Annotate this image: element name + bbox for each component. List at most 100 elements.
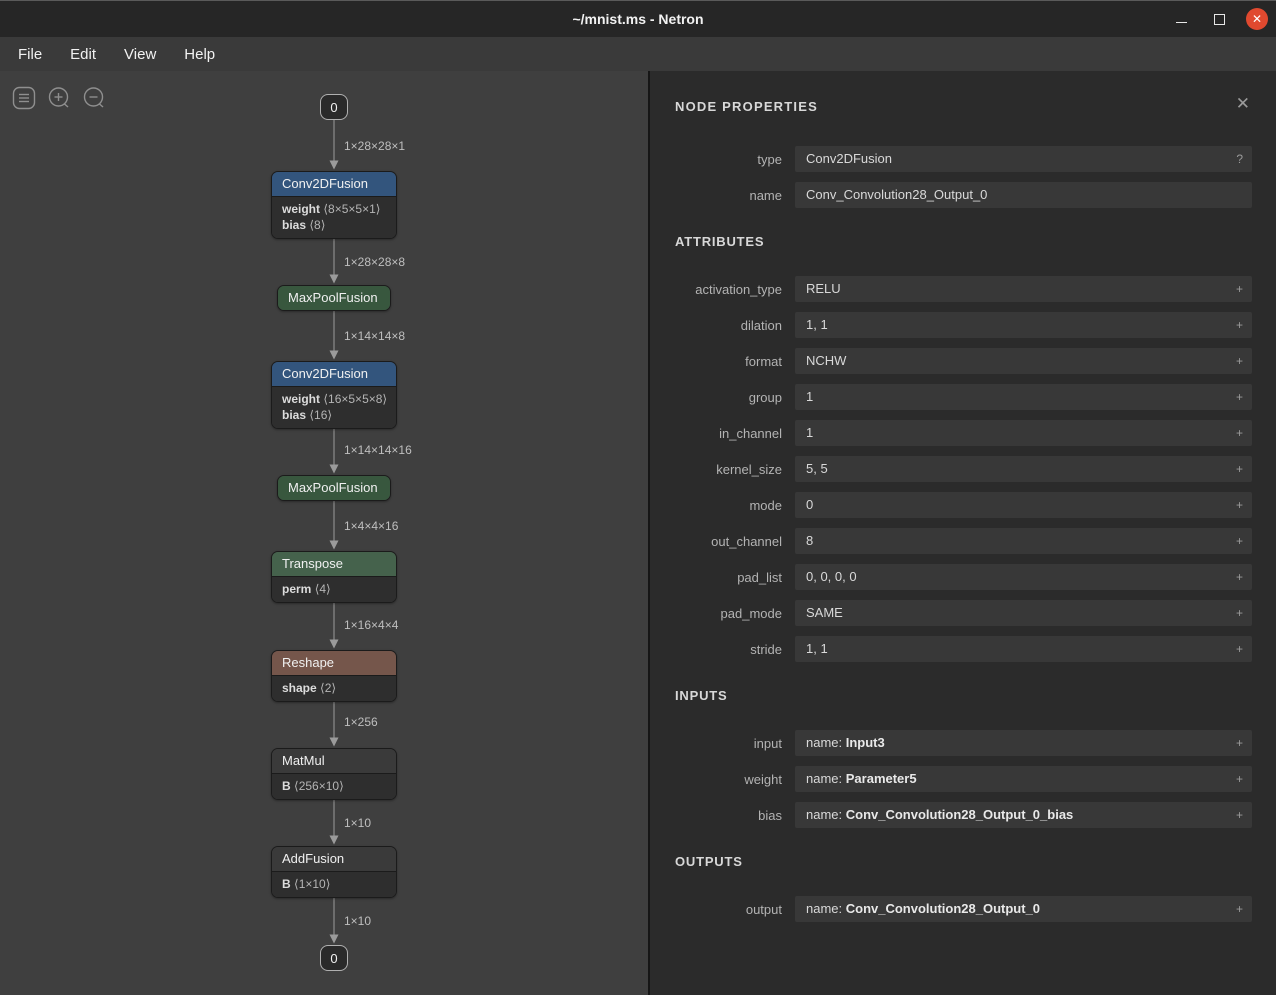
graph-node-maxpoolfusion-1[interactable]: MaxPoolFusion <box>277 285 391 311</box>
expand-icon[interactable]: + <box>1236 564 1243 590</box>
attribute-value-field[interactable]: NCHW+ <box>795 348 1252 374</box>
maximize-button[interactable] <box>1208 8 1230 30</box>
edge-shape-label: 1×10 <box>344 816 371 830</box>
attribute-row: activation_type RELU+ <box>675 276 1252 302</box>
node-properties-panel: NODE PROPERTIES ✕ type Conv2DFusion ? na… <box>650 71 1276 995</box>
graph-node-reshape[interactable]: Reshape shape ⟨2⟩ <box>271 650 397 702</box>
graph-toolbar <box>12 86 106 110</box>
attribute-value-field[interactable]: 5, 5+ <box>795 456 1252 482</box>
window-controls: ✕ <box>1170 1 1268 37</box>
attribute-value-field[interactable]: 0+ <box>795 492 1252 518</box>
edge-shape-label: 1×28×28×1 <box>344 139 405 153</box>
expand-icon[interactable]: + <box>1236 802 1243 828</box>
expand-icon[interactable]: + <box>1236 420 1243 446</box>
expand-icon[interactable]: + <box>1236 456 1243 482</box>
attribute-value-field[interactable]: 8+ <box>795 528 1252 554</box>
attribute-row: out_channel 8+ <box>675 528 1252 554</box>
input-value-field[interactable]: name: Input3+ <box>795 730 1252 756</box>
input-value-field[interactable]: name: Conv_Convolution28_Output_0_bias+ <box>795 802 1252 828</box>
graph-node-maxpoolfusion-2[interactable]: MaxPoolFusion <box>277 475 391 501</box>
node-title: AddFusion <box>282 851 344 866</box>
help-icon[interactable]: ? <box>1236 146 1243 172</box>
minimize-icon <box>1176 22 1187 23</box>
attribute-value-field[interactable]: SAME+ <box>795 600 1252 626</box>
graph-node-matmul[interactable]: MatMul B ⟨256×10⟩ <box>271 748 397 800</box>
name-value-field[interactable]: Conv_Convolution28_Output_0 <box>795 182 1252 208</box>
attribute-value-field[interactable]: 1+ <box>795 384 1252 410</box>
graph-output-node[interactable]: 0 <box>320 945 348 971</box>
close-icon: ✕ <box>1252 13 1262 25</box>
attribute-row: kernel_size 5, 5+ <box>675 456 1252 482</box>
expand-icon[interactable]: + <box>1236 348 1243 374</box>
attribute-row: dilation 1, 1+ <box>675 312 1252 338</box>
expand-icon[interactable]: + <box>1236 636 1243 662</box>
expand-icon[interactable]: + <box>1236 730 1243 756</box>
output-value-field[interactable]: name: Conv_Convolution28_Output_0+ <box>795 896 1252 922</box>
expand-icon[interactable]: + <box>1236 276 1243 302</box>
outputs-section-title: OUTPUTS <box>675 854 1252 869</box>
expand-icon[interactable]: + <box>1236 492 1243 518</box>
menu-file[interactable]: File <box>6 42 54 67</box>
type-value-field[interactable]: Conv2DFusion ? <box>795 146 1252 172</box>
attribute-row: pad_list 0, 0, 0, 0+ <box>675 564 1252 590</box>
menu-bar: File Edit View Help <box>0 37 1276 71</box>
property-label: type <box>675 152 795 167</box>
attribute-value-field[interactable]: 1+ <box>795 420 1252 446</box>
edge-shape-label: 1×10 <box>344 914 371 928</box>
attribute-row: pad_mode SAME+ <box>675 600 1252 626</box>
input-row: weight name: Parameter5+ <box>675 766 1252 792</box>
input-row: bias name: Conv_Convolution28_Output_0_b… <box>675 802 1252 828</box>
expand-icon[interactable]: + <box>1236 528 1243 554</box>
edge-shape-label: 1×4×4×16 <box>344 519 398 533</box>
graph-input-node[interactable]: 0 <box>320 94 348 120</box>
maximize-icon <box>1214 14 1225 25</box>
attribute-row: format NCHW+ <box>675 348 1252 374</box>
close-button[interactable]: ✕ <box>1246 8 1268 30</box>
expand-icon[interactable]: + <box>1236 312 1243 338</box>
main-content: 1×28×28×1 1×28×28×8 1×14×14×8 1×14×14×16… <box>0 71 1276 995</box>
attribute-row: in_channel 1+ <box>675 420 1252 446</box>
attribute-value-field[interactable]: 1, 1+ <box>795 312 1252 338</box>
close-icon[interactable]: ✕ <box>1234 95 1252 112</box>
node-title: MatMul <box>282 753 325 768</box>
node-title: MaxPoolFusion <box>288 480 378 495</box>
expand-icon[interactable]: + <box>1236 600 1243 626</box>
app-window: ~/mnist.ms - Netron ✕ File Edit View Hel… <box>0 0 1276 995</box>
attributes-section-title: ATTRIBUTES <box>675 234 1252 249</box>
edge-shape-label: 1×16×4×4 <box>344 618 398 632</box>
expand-icon[interactable]: + <box>1236 896 1243 922</box>
graph-node-transpose[interactable]: Transpose perm ⟨4⟩ <box>271 551 397 603</box>
output-row: output name: Conv_Convolution28_Output_0… <box>675 896 1252 922</box>
property-row-name: name Conv_Convolution28_Output_0 <box>675 182 1252 208</box>
panel-title: NODE PROPERTIES <box>675 95 818 114</box>
window-title: ~/mnist.ms - Netron <box>572 11 703 27</box>
graph-canvas[interactable]: 1×28×28×1 1×28×28×8 1×14×14×8 1×14×14×16… <box>0 71 650 995</box>
edge-shape-label: 1×256 <box>344 715 378 729</box>
menu-view[interactable]: View <box>112 42 168 67</box>
edge-shape-label: 1×14×14×16 <box>344 443 412 457</box>
graph-node-addfusion[interactable]: AddFusion B ⟨1×10⟩ <box>271 846 397 898</box>
edge-shape-label: 1×14×14×8 <box>344 329 405 343</box>
attribute-value-field[interactable]: RELU+ <box>795 276 1252 302</box>
node-title: Conv2DFusion <box>282 366 368 381</box>
menu-help[interactable]: Help <box>172 42 227 67</box>
menu-edit[interactable]: Edit <box>58 42 108 67</box>
node-title: MaxPoolFusion <box>288 290 378 305</box>
zoom-in-icon[interactable] <box>47 86 71 110</box>
input-value-field[interactable]: name: Parameter5+ <box>795 766 1252 792</box>
graph-node-conv2dfusion-1[interactable]: Conv2DFusion weight ⟨8×5×5×1⟩ bias ⟨8⟩ <box>271 171 397 239</box>
menu-icon[interactable] <box>12 86 36 110</box>
edge-shape-label: 1×28×28×8 <box>344 255 405 269</box>
property-label: name <box>675 188 795 203</box>
minimize-button[interactable] <box>1170 8 1192 30</box>
expand-icon[interactable]: + <box>1236 384 1243 410</box>
attribute-row: stride 1, 1+ <box>675 636 1252 662</box>
property-row-type: type Conv2DFusion ? <box>675 146 1252 172</box>
attribute-row: group 1+ <box>675 384 1252 410</box>
graph-node-conv2dfusion-2[interactable]: Conv2DFusion weight ⟨16×5×5×8⟩ bias ⟨16⟩ <box>271 361 397 429</box>
attribute-value-field[interactable]: 0, 0, 0, 0+ <box>795 564 1252 590</box>
zoom-out-icon[interactable] <box>82 86 106 110</box>
expand-icon[interactable]: + <box>1236 766 1243 792</box>
input-row: input name: Input3+ <box>675 730 1252 756</box>
attribute-value-field[interactable]: 1, 1+ <box>795 636 1252 662</box>
